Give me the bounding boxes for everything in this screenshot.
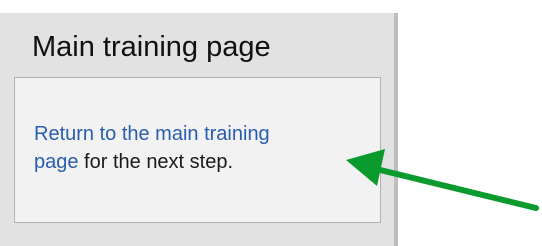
return-link-text-line1: Return to the main training — [34, 123, 270, 145]
return-link-text-line2: page — [34, 151, 79, 173]
instruction-suffix-text: for the next step. — [78, 151, 234, 173]
main-training-panel: Main training page Return to the main tr… — [0, 13, 398, 246]
instruction-text: Return to the main training page for the … — [34, 120, 374, 176]
panel-title: Main training page — [32, 31, 271, 63]
panel-content-box: Return to the main training page for the … — [14, 77, 381, 223]
